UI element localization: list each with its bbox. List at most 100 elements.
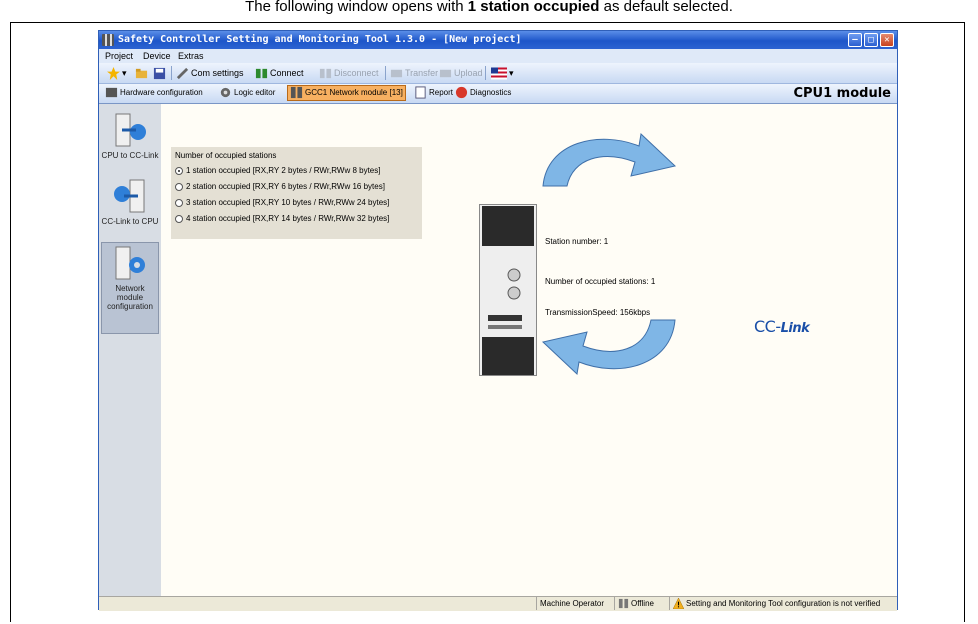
status-connection: Offline	[614, 597, 654, 610]
occupied-stations-text: Number of occupied stations: 1	[545, 277, 656, 286]
connect-icon	[255, 68, 268, 79]
report-icon	[415, 86, 426, 99]
tab-diagnostics[interactable]: Diagnostics	[453, 85, 513, 101]
warning-icon	[673, 598, 684, 610]
menu-device[interactable]: Device	[143, 49, 171, 63]
caption-suffix: as default selected.	[599, 0, 733, 15]
station-option-1[interactable]: 1 station occupied [RX,RY 2 bytes / RWr,…	[175, 166, 380, 175]
disconnect-label: Disconnect	[334, 68, 379, 78]
device-terminal-block	[482, 337, 534, 375]
menu-project[interactable]: Project	[105, 49, 133, 63]
status-message: Setting and Monitoring Tool configuratio…	[669, 597, 880, 610]
option-label: 4 station occupied [RX,RY 14 bytes / RWr…	[186, 214, 390, 223]
sidebar: CPU to CC-Link CC-Link to CPU Network mo…	[99, 104, 162, 596]
toolbar-separator	[385, 66, 386, 80]
transmission-speed-text: TransmissionSpeed: 156kbps	[545, 308, 651, 317]
occupied-stations-panel: Number of occupied stations 1 station oc…	[171, 147, 422, 239]
app-icon	[102, 34, 114, 46]
minimize-button[interactable]: –	[848, 33, 862, 47]
tab-bar: Hardware configuration Logic editor GCC1…	[99, 84, 897, 104]
hardware-icon	[105, 88, 118, 98]
refresh-arrow-bottom-icon	[541, 319, 676, 376]
tab-report-label: Report	[429, 88, 454, 97]
option-label: 2 station occupied [RX,RY 6 bytes / RWr,…	[186, 182, 385, 191]
title-bar[interactable]: Safety Controller Setting and Monitoring…	[99, 31, 897, 49]
transfer-label: Transfer	[405, 68, 439, 78]
radio-button[interactable]	[175, 214, 183, 223]
tab-hardware-configuration[interactable]: Hardware configuration	[103, 85, 205, 101]
toolbar-separator	[171, 66, 172, 80]
toolbar: ▾ Com settings Connect Disconnect Transf…	[99, 63, 897, 84]
refresh-arrow-top-icon	[542, 132, 677, 187]
network-module-device	[479, 204, 537, 376]
cc-link-to-cpu-icon	[114, 179, 145, 213]
station-option-2[interactable]: 2 station occupied [RX,RY 6 bytes / RWr,…	[175, 182, 385, 191]
tab-logic-label: Logic editor	[234, 88, 276, 97]
main-content: Number of occupied stations 1 station oc…	[161, 104, 897, 596]
module-label: CPU1 module	[793, 86, 891, 101]
diagnostics-icon	[455, 87, 468, 99]
station-number-text: Station number: 1	[545, 237, 609, 246]
window-title: Safety Controller Setting and Monitoring…	[118, 34, 522, 45]
com-settings-label: Com settings	[191, 68, 244, 78]
status-bar: Machine Operator Offline Setting and Mon…	[99, 596, 897, 611]
gear-module-icon	[115, 246, 145, 280]
cc-link-logo-link: Link	[780, 321, 810, 336]
status-message-label: Setting and Monitoring Tool configuratio…	[686, 599, 881, 608]
pencil-icon	[176, 67, 189, 80]
sidebar-item-cc-link-to-cpu[interactable]: CC-Link to CPU	[101, 176, 159, 226]
device-top-cover	[482, 206, 534, 246]
tab-logic-editor[interactable]: Logic editor	[217, 85, 277, 101]
status-connection-label: Offline	[631, 599, 654, 608]
maximize-button[interactable]: □	[864, 33, 878, 47]
radio-button[interactable]	[175, 198, 183, 207]
menu-bar: Project Device Extras	[99, 49, 897, 63]
station-option-4[interactable]: 4 station occupied [RX,RY 14 bytes / RWr…	[175, 214, 389, 223]
connect-label: Connect	[270, 68, 304, 78]
sidebar-item-label: CC-Link to CPU	[101, 217, 159, 226]
app-window: Safety Controller Setting and Monitoring…	[98, 30, 898, 611]
network-module-icon	[290, 87, 303, 99]
sidebar-item-label: Network module configuration	[107, 284, 153, 311]
station-option-3[interactable]: 3 station occupied [RX,RY 10 bytes / RWr…	[175, 198, 389, 207]
device-rotary-switch-icon	[488, 268, 522, 329]
tab-report[interactable]: Report	[412, 85, 455, 101]
tab-hardware-label: Hardware configuration	[120, 88, 203, 97]
save-button[interactable]	[153, 66, 168, 80]
cc-link-logo-cc: CC-	[754, 317, 781, 336]
disconnect-button[interactable]: Disconnect	[319, 66, 379, 80]
option-label: 1 station occupied [RX,RY 2 bytes / RWr,…	[186, 166, 381, 175]
connect-button[interactable]: Connect	[255, 66, 304, 80]
panel-title: Number of occupied stations	[175, 151, 277, 160]
new-star-icon	[107, 67, 120, 81]
sidebar-item-network-module-configuration[interactable]: Network module configuration	[101, 242, 159, 334]
transfer-icon	[390, 69, 403, 78]
tab-network-module[interactable]: GCC1 Network module [13]	[287, 85, 406, 101]
sidebar-item-cpu-to-cc-link[interactable]: CPU to CC-Link	[101, 110, 159, 160]
caption-prefix: The following window opens with	[245, 0, 468, 15]
close-button[interactable]: ✕	[880, 33, 894, 47]
status-user: Machine Operator	[536, 597, 604, 610]
new-project-button[interactable]: ▾	[107, 66, 127, 81]
caption: The following window opens with 1 statio…	[0, 0, 978, 22]
save-disk-icon	[153, 68, 166, 80]
open-folder-icon	[135, 68, 148, 79]
cc-link-logo: CC-Link	[754, 317, 810, 336]
us-flag-icon	[491, 67, 507, 80]
disconnect-icon	[319, 68, 332, 79]
tab-diagnostics-label: Diagnostics	[470, 88, 512, 97]
transfer-button[interactable]: Transfer	[390, 66, 438, 80]
open-button[interactable]	[135, 66, 150, 80]
option-label: 3 station occupied [RX,RY 10 bytes / RWr…	[186, 198, 390, 207]
toolbar-separator	[485, 66, 486, 80]
sidebar-item-label: CPU to CC-Link	[101, 151, 159, 160]
radio-button[interactable]	[175, 166, 183, 175]
menu-extras[interactable]: Extras	[178, 49, 204, 63]
radio-button[interactable]	[175, 182, 183, 191]
cpu-to-cc-link-icon	[115, 113, 146, 147]
language-button[interactable]: ▾	[491, 66, 514, 80]
caption-bold: 1 station occupied	[467, 0, 600, 15]
offline-icon	[618, 599, 629, 609]
upload-button[interactable]: Upload	[439, 66, 483, 80]
com-settings-button[interactable]: Com settings	[176, 66, 244, 80]
